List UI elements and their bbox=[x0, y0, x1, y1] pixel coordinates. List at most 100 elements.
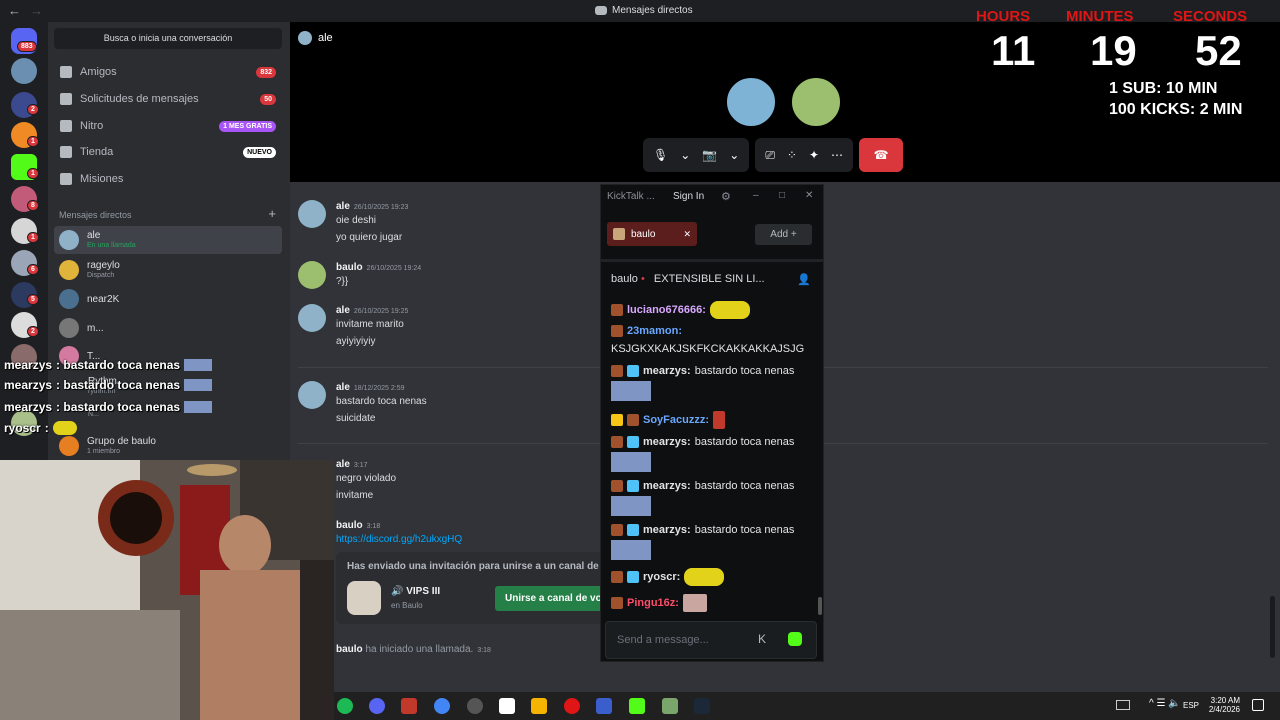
badge-icon bbox=[611, 480, 623, 492]
app-icon[interactable] bbox=[662, 698, 678, 714]
badge-icon bbox=[627, 414, 639, 426]
emote-image bbox=[184, 359, 213, 371]
chat-message: luciano676666: bbox=[611, 301, 750, 319]
opera-icon[interactable] bbox=[564, 698, 580, 714]
emote-image bbox=[611, 452, 651, 472]
add-channel-button[interactable]: Add + bbox=[755, 224, 812, 245]
timer-seconds: 52 bbox=[1195, 27, 1242, 74]
server-rail: 883 2 1 1 8 1 6 5 2 bbox=[0, 22, 48, 462]
avatar bbox=[59, 318, 79, 338]
server-icon[interactable] bbox=[11, 58, 37, 84]
search-conversation-button[interactable]: Busca o inicia una conversación bbox=[54, 28, 282, 49]
forward-arrow-icon[interactable]: → bbox=[30, 3, 43, 18]
participant-avatar-ale[interactable] bbox=[725, 76, 777, 128]
end-call-button[interactable]: ☎ bbox=[859, 138, 904, 172]
nav-message-requests[interactable]: Solicitudes de mensajes 50 bbox=[54, 87, 282, 111]
file-explorer-icon[interactable] bbox=[531, 698, 547, 714]
chrome-icon[interactable] bbox=[434, 698, 450, 714]
language-indicator[interactable]: ESP bbox=[1183, 701, 1199, 710]
chat-input[interactable]: Send a message... bbox=[617, 634, 709, 646]
chat-message: SoyFacuzzz: bbox=[611, 411, 726, 429]
overlay-chat-line: mearzys: bastardo toca nenas bbox=[4, 378, 213, 392]
badge-icon bbox=[611, 325, 623, 337]
dm-item-rageylo[interactable]: rageylo Dispatch bbox=[54, 256, 282, 284]
emote-picker-icon[interactable] bbox=[788, 632, 802, 646]
spotify-icon[interactable] bbox=[337, 698, 353, 714]
kick-taskbar-icon[interactable] bbox=[629, 698, 645, 714]
join-voice-button[interactable]: Unirse a canal de voz bbox=[495, 586, 606, 611]
nav-nitro[interactable]: Nitro 1 MES GRATIS bbox=[54, 114, 282, 138]
requests-badge: 50 bbox=[260, 93, 276, 105]
avatar[interactable] bbox=[298, 261, 326, 289]
keyboard-icon[interactable] bbox=[1116, 700, 1130, 710]
chat-scrollbar[interactable] bbox=[818, 597, 822, 615]
nitro-icon bbox=[60, 120, 72, 132]
timer-rule: 1 SUB: 10 MIN bbox=[1109, 80, 1218, 97]
dm-item-near2k[interactable]: near2K bbox=[54, 285, 282, 313]
speaker-icon: 🔊 bbox=[391, 586, 407, 597]
dm-item-ale[interactable]: ale En una llamada bbox=[54, 226, 282, 254]
sub-badge-icon bbox=[627, 524, 639, 536]
user-icon[interactable]: 👤 bbox=[797, 273, 811, 286]
nav-friends[interactable]: Amigos 832 bbox=[54, 60, 282, 84]
participant-avatar-baulo[interactable] bbox=[790, 76, 842, 128]
shop-badge: NUEVO bbox=[243, 146, 276, 158]
server-badge: 2 bbox=[27, 104, 39, 115]
close-tab-icon[interactable]: ✕ bbox=[683, 229, 691, 240]
tray-icons[interactable]: ^ ☰ 🔈 bbox=[1149, 698, 1181, 709]
badge-icon bbox=[611, 597, 623, 609]
app-icon[interactable] bbox=[596, 698, 612, 714]
clock[interactable]: 3:20 AM 2/4/2026 bbox=[1206, 696, 1240, 714]
channel-tab-baulo[interactable]: baulo ✕ bbox=[607, 222, 697, 246]
avatar[interactable] bbox=[298, 381, 326, 409]
app-icon[interactable] bbox=[401, 698, 417, 714]
mute-control[interactable]: 🎙 ⌄ 📷 ⌄ bbox=[643, 138, 750, 172]
sign-in-button[interactable]: Sign In bbox=[673, 191, 704, 202]
webcam-image bbox=[0, 460, 334, 720]
overlay-chat-line: ryoscr : bbox=[4, 421, 77, 435]
timer-rule: 100 KICKS: 2 MIN bbox=[1109, 101, 1243, 118]
discord-icon bbox=[595, 6, 607, 15]
dm-item[interactable]: m... bbox=[54, 314, 282, 342]
emote-image bbox=[184, 379, 213, 391]
settings-gear-icon[interactable]: ⚙ bbox=[721, 190, 731, 203]
new-dm-plus-icon[interactable]: + bbox=[268, 206, 276, 221]
quests-icon bbox=[60, 173, 72, 185]
steam-icon[interactable] bbox=[694, 698, 710, 714]
emote-image bbox=[709, 301, 750, 319]
overlay-chat-line: mearzys: bastardo toca nenas bbox=[4, 400, 213, 414]
obs-icon[interactable] bbox=[467, 698, 483, 714]
timer-hours: 11 bbox=[991, 27, 1036, 74]
back-arrow-icon[interactable]: ← bbox=[8, 3, 21, 18]
emote-image bbox=[611, 381, 651, 401]
server-icon bbox=[347, 581, 381, 615]
mail-icon bbox=[60, 93, 72, 105]
server-badge: 2 bbox=[27, 326, 39, 337]
avatar bbox=[298, 31, 312, 45]
nav-shop[interactable]: Tienda NUEVO bbox=[54, 140, 282, 164]
invite-link[interactable]: https://discord.gg/h2ukxgHQ bbox=[336, 534, 462, 545]
server-badge: 1 bbox=[27, 232, 39, 243]
messages-scrollbar[interactable] bbox=[1270, 596, 1275, 658]
maximize-icon[interactable]: □ bbox=[779, 190, 785, 201]
dm-item-grupo-baulo[interactable]: Grupo de baulo 1 miembro bbox=[54, 432, 282, 460]
chat-input-box: Send a message... K bbox=[605, 621, 817, 659]
notification-icon[interactable] bbox=[1252, 699, 1264, 711]
call-header: ale bbox=[298, 31, 333, 45]
timer-seconds-label: SECONDS bbox=[1173, 8, 1248, 25]
soundboard-icon: ✦ bbox=[808, 148, 820, 162]
chat-message: ryoscr: bbox=[611, 568, 725, 586]
chat-message: mearzys: bastardo toca nenas bbox=[611, 436, 794, 448]
close-icon[interactable]: ✕ bbox=[805, 190, 813, 201]
more-icon: ⋯ bbox=[831, 148, 844, 162]
nav-quests[interactable]: Misiones bbox=[54, 167, 282, 191]
crown-badge-icon bbox=[611, 414, 623, 426]
kick-emote-icon[interactable]: K bbox=[758, 632, 766, 646]
avatar[interactable] bbox=[298, 304, 326, 332]
chat-message: 23mamon: bbox=[611, 325, 682, 337]
activity-controls[interactable]: ⎚ ⁘ ✦ ⋯ bbox=[755, 138, 854, 172]
app-icon[interactable] bbox=[499, 698, 515, 714]
avatar[interactable] bbox=[298, 200, 326, 228]
discord-taskbar-icon[interactable] bbox=[369, 698, 385, 714]
minimize-icon[interactable]: – bbox=[753, 190, 759, 201]
